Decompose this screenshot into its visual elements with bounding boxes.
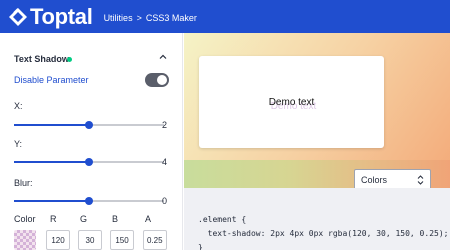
g-input[interactable]: 30 (78, 230, 102, 250)
r-label: R (50, 214, 57, 224)
blur-slider-thumb[interactable] (85, 197, 93, 205)
blur-slider-fill (14, 200, 89, 202)
b-label: B (112, 214, 119, 224)
breadcrumb-css3-maker[interactable]: CSS3 Maker (146, 13, 197, 23)
color-swatch[interactable] (14, 230, 36, 250)
css-code-output[interactable]: .element { text-shadow: 2px 4px 0px rgba… (184, 188, 450, 250)
y-slider-thumb[interactable] (85, 158, 93, 166)
y-slider-fill (14, 161, 89, 163)
background-select[interactable]: Colors (354, 169, 431, 190)
demo-card: Demo text (199, 56, 384, 148)
blur-label: Blur: (14, 178, 33, 188)
toptal-logo-icon (9, 7, 27, 26)
toptal-logo[interactable]: Toptal (8, 3, 93, 29)
section-title[interactable]: Text Shadow (14, 54, 69, 64)
active-status-dot (67, 57, 72, 62)
breadcrumb-separator: > (136, 13, 142, 23)
blur-value: 0 (162, 196, 168, 206)
y-value: 4 (162, 157, 168, 167)
disable-parameter-label[interactable]: Disable Parameter (14, 75, 89, 85)
code-line: .element { (198, 215, 247, 224)
select-updown-icon (417, 175, 424, 185)
g-label: G (80, 214, 88, 224)
color-label: Color (14, 214, 36, 224)
x-label: X: (14, 101, 23, 111)
x-value: 2 (162, 120, 168, 130)
demo-text: Demo text (268, 96, 315, 108)
y-slider[interactable] (14, 158, 164, 166)
y-label: Y: (14, 139, 23, 149)
brand-name: Toptal (30, 3, 93, 29)
breadcrumb-utilities[interactable]: Utilities (104, 13, 133, 23)
b-input[interactable]: 150 (110, 230, 134, 250)
x-slider-thumb[interactable] (85, 121, 93, 129)
background-select-value: Colors (361, 174, 388, 185)
x-slider[interactable] (14, 121, 164, 129)
breadcrumb: Utilities > CSS3 Maker (104, 13, 197, 23)
a-input[interactable]: 0.25 (143, 230, 167, 250)
chevron-up-icon[interactable] (158, 52, 168, 62)
top-header: Toptal Utilities > CSS3 Maker (0, 0, 450, 33)
toggle-knob (157, 75, 167, 85)
code-line: } (198, 243, 203, 250)
code-line: text-shadow: 2px 4px 0px rgba(120, 30, 1… (198, 229, 449, 238)
x-slider-fill (14, 124, 89, 126)
r-input[interactable]: 120 (46, 230, 70, 250)
disable-parameter-toggle[interactable] (145, 73, 169, 87)
blur-slider[interactable] (14, 197, 164, 205)
a-label: A (145, 214, 152, 224)
